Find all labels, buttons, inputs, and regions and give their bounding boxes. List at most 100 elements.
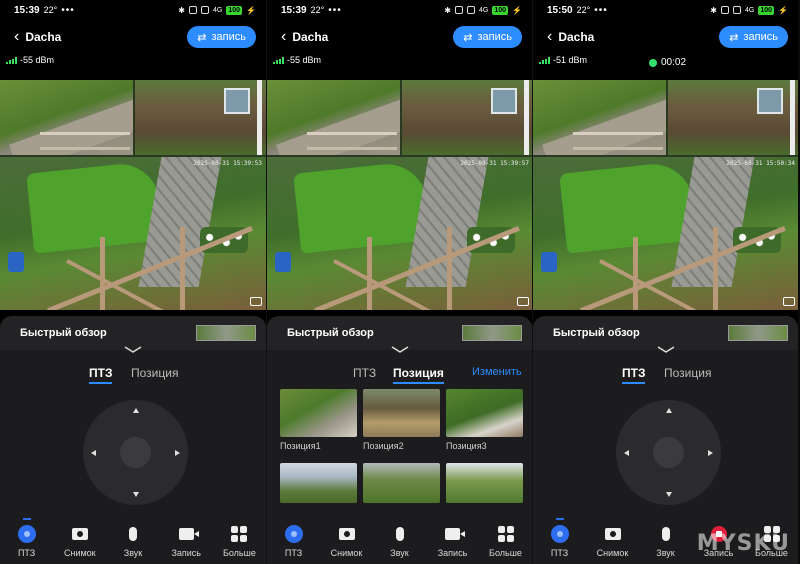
nav-more[interactable]: Больше: [213, 514, 266, 558]
tab-position[interactable]: Позиция: [393, 366, 444, 384]
pan-down-icon[interactable]: [133, 492, 139, 497]
position-item[interactable]: [280, 463, 357, 503]
position-item[interactable]: [363, 463, 440, 503]
camera-view[interactable]: 2025-08-31 15:50:34: [533, 80, 798, 310]
panel-tabs: ПТЗ Позиция: [0, 366, 266, 384]
pan-up-icon[interactable]: [133, 408, 139, 413]
signal-indicator: -51 dBm: [539, 55, 587, 65]
nav-record[interactable]: Запись: [426, 514, 479, 558]
control-panel: Быстрый обзор ПТЗ Позиция Изменить Позиц…: [267, 316, 532, 564]
position-item[interactable]: [446, 463, 523, 503]
signal-bars-icon: [539, 56, 550, 64]
microphone-icon: [395, 527, 404, 541]
camera-icon: [517, 297, 529, 306]
position-item[interactable]: Позиция2: [363, 389, 440, 451]
nav-sound[interactable]: Звук: [639, 514, 692, 558]
quick-view-preview[interactable]: [728, 325, 788, 341]
nav-snapshot[interactable]: Снимок: [53, 514, 106, 558]
pan-right-icon[interactable]: [175, 450, 180, 456]
signal-bars-icon: [6, 56, 17, 64]
status-dots: •••: [328, 4, 342, 16]
edit-positions-button[interactable]: Изменить: [472, 366, 522, 378]
nav-ptz[interactable]: ПТЗ: [267, 514, 320, 558]
position-item[interactable]: Позиция1: [280, 389, 357, 451]
status-temp: 22°: [576, 5, 591, 15]
signal-indicator: -55 dBm: [6, 55, 54, 65]
video-record-icon: [445, 528, 465, 540]
signal-indicator: -55 dBm: [273, 55, 321, 65]
status-bar: 15:50 22° ••• ✱ 4G 100 ⚡: [533, 0, 798, 20]
nav-sound[interactable]: Звук: [373, 514, 426, 558]
camera-view[interactable]: 2025-08-31 15:39:57: [267, 80, 532, 310]
tab-position[interactable]: Позиция: [131, 366, 178, 380]
camera-snapshot-icon: [71, 528, 88, 540]
camera-tile-main: 2025-08-31 15:39:57: [267, 157, 532, 310]
position-thumbnail: [446, 463, 523, 503]
watermark: MYSKU: [696, 531, 790, 556]
nav-record[interactable]: Запись: [160, 514, 213, 558]
battery-indicator: 100: [492, 5, 509, 15]
device-title: Dacha: [292, 30, 329, 44]
status-icons: ✱ 4G 100 ⚡: [178, 5, 256, 15]
pan-down-icon[interactable]: [666, 492, 672, 497]
camera-tile-garden: [402, 80, 532, 155]
camera-timestamp: 2025-08-31 15:39:57: [460, 160, 529, 167]
wifi-calling-icon: [733, 6, 741, 14]
nav-ptz[interactable]: ПТЗ: [533, 514, 586, 558]
position-thumbnail: [280, 389, 357, 437]
status-temp: 22°: [310, 5, 325, 15]
recording-dot-icon: [649, 58, 657, 67]
record-button[interactable]: ⇄ запись: [453, 26, 522, 48]
chevron-down-icon[interactable]: [124, 346, 142, 354]
joystick-center[interactable]: [120, 437, 151, 468]
control-panel: Быстрый обзор ПТЗ Позиция ПТЗ Снимок Зву…: [533, 316, 798, 564]
record-button[interactable]: ⇄ запись: [187, 26, 256, 48]
camera-view[interactable]: 2025-08-31 15:39:53: [0, 80, 266, 310]
charging-icon: ⚡: [512, 5, 522, 15]
back-icon[interactable]: ‹: [14, 29, 19, 45]
nfc-icon: [189, 6, 197, 14]
microphone-icon: [129, 527, 137, 541]
nav-sound[interactable]: Звук: [106, 514, 159, 558]
tab-ptz[interactable]: ПТЗ: [353, 366, 376, 380]
battery-indicator: 100: [758, 5, 775, 15]
grid-icon: [497, 526, 514, 542]
camera-snapshot-icon: [338, 528, 355, 540]
position-item[interactable]: Позиция3: [446, 389, 523, 451]
nav-more[interactable]: Больше: [479, 514, 532, 558]
quick-view-preview[interactable]: [196, 325, 256, 341]
nfc-icon: [455, 6, 463, 14]
back-icon[interactable]: ‹: [547, 29, 552, 45]
quick-view-bar[interactable]: Быстрый обзор: [533, 316, 798, 350]
recording-indicator: 00:02: [649, 57, 686, 68]
nav-snapshot[interactable]: Снимок: [320, 514, 373, 558]
joystick-center[interactable]: [653, 437, 684, 468]
quick-view-preview[interactable]: [462, 325, 522, 341]
nav-ptz[interactable]: ПТЗ: [0, 514, 53, 558]
tab-position[interactable]: Позиция: [664, 366, 711, 380]
record-button[interactable]: ⇄ запись: [719, 26, 788, 48]
pan-left-icon[interactable]: [624, 450, 629, 456]
nav-snapshot[interactable]: Снимок: [586, 514, 639, 558]
quick-view-bar[interactable]: Быстрый обзор: [267, 316, 532, 350]
ptz-joystick[interactable]: [616, 400, 721, 505]
pan-left-icon[interactable]: [91, 450, 96, 456]
pan-right-icon[interactable]: [708, 450, 713, 456]
tab-ptz[interactable]: ПТЗ: [622, 366, 646, 384]
quick-view-bar[interactable]: Быстрый обзор: [0, 316, 266, 350]
ptz-joystick[interactable]: [83, 400, 188, 505]
bluetooth-icon: ✱: [444, 5, 451, 15]
screens-container: 15:39 22° ••• ✱ 4G 100 ⚡ ‹ Dacha ⇄ запис…: [0, 0, 800, 564]
tab-ptz[interactable]: ПТЗ: [89, 366, 113, 384]
status-bar: 15:39 22° ••• ✱ 4G 100 ⚡: [267, 0, 532, 20]
chevron-down-icon[interactable]: [657, 346, 675, 354]
signal-strength: -55 dBm: [20, 55, 55, 65]
pan-up-icon[interactable]: [666, 408, 672, 413]
ptz-icon: [550, 525, 569, 543]
grid-icon: [231, 526, 248, 542]
app-header: ‹ Dacha ⇄ запись: [267, 24, 532, 50]
camera-snapshot-icon: [604, 528, 621, 540]
chevron-down-icon[interactable]: [391, 346, 409, 354]
back-icon[interactable]: ‹: [281, 29, 286, 45]
position-label: Позиция3: [446, 441, 487, 451]
